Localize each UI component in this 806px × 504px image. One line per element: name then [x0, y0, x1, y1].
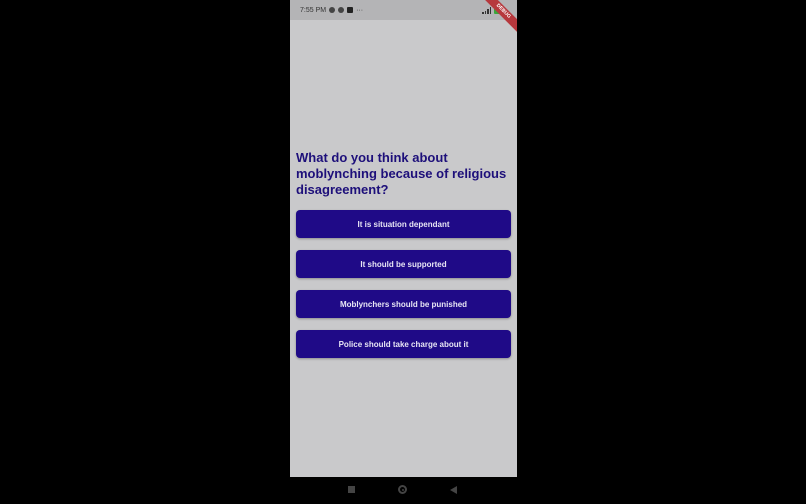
question-text: What do you think about moblynching beca… — [296, 150, 507, 197]
notification-icon — [347, 7, 354, 13]
option-button-1[interactable]: It is situation dependant — [296, 210, 511, 238]
status-time: 7:55 PM — [300, 6, 327, 14]
status-left: 7:55 PM ··· — [300, 7, 363, 14]
option-button-3[interactable]: Moblynchers should be punished — [296, 290, 511, 318]
status-bar: 7:55 PM ··· DEBUG — [290, 0, 517, 36]
app-screen: 7:55 PM ··· DEBUG What do you think abou… — [290, 0, 517, 477]
notification-icon — [338, 7, 345, 13]
more-notifications-icon: ··· — [356, 6, 364, 14]
back-triangle-icon[interactable] — [450, 486, 457, 494]
recents-square-icon[interactable] — [348, 486, 355, 493]
notification-icon — [329, 7, 336, 13]
signal-icon — [482, 7, 491, 14]
option-button-4[interactable]: Police should take charge about it — [296, 330, 511, 358]
debug-banner: DEBUG — [478, 0, 517, 36]
home-circle-icon[interactable] — [398, 485, 407, 494]
system-nav-bar — [290, 477, 517, 504]
option-button-2[interactable]: It should be supported — [296, 250, 511, 278]
